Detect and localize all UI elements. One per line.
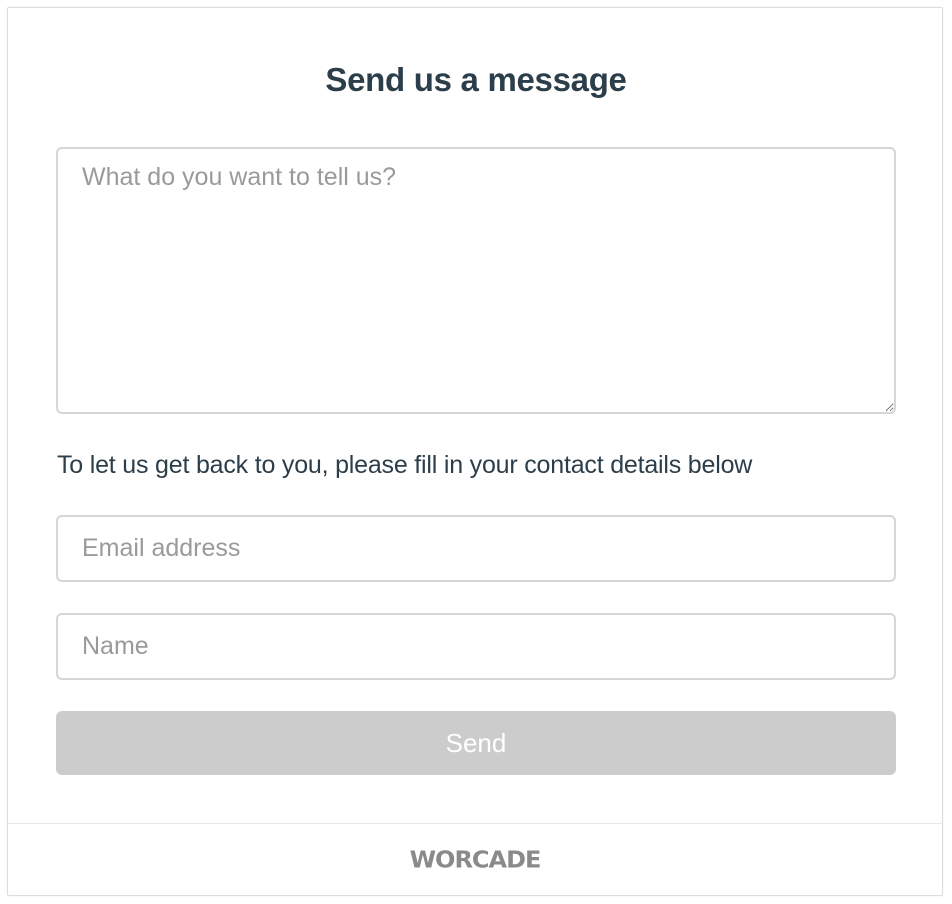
footer: WORCADE xyxy=(8,824,942,896)
worcade-logo[interactable]: WORCADE xyxy=(410,847,542,874)
send-button[interactable]: Send xyxy=(56,711,896,775)
message-textarea[interactable] xyxy=(56,147,896,414)
contact-widget: Send us a message To let us get back to … xyxy=(7,7,943,896)
name-input[interactable] xyxy=(56,613,896,680)
contact-details-hint: To let us get back to you, please fill i… xyxy=(57,451,753,479)
form-title: Send us a message xyxy=(325,61,627,98)
email-input[interactable] xyxy=(56,515,896,582)
